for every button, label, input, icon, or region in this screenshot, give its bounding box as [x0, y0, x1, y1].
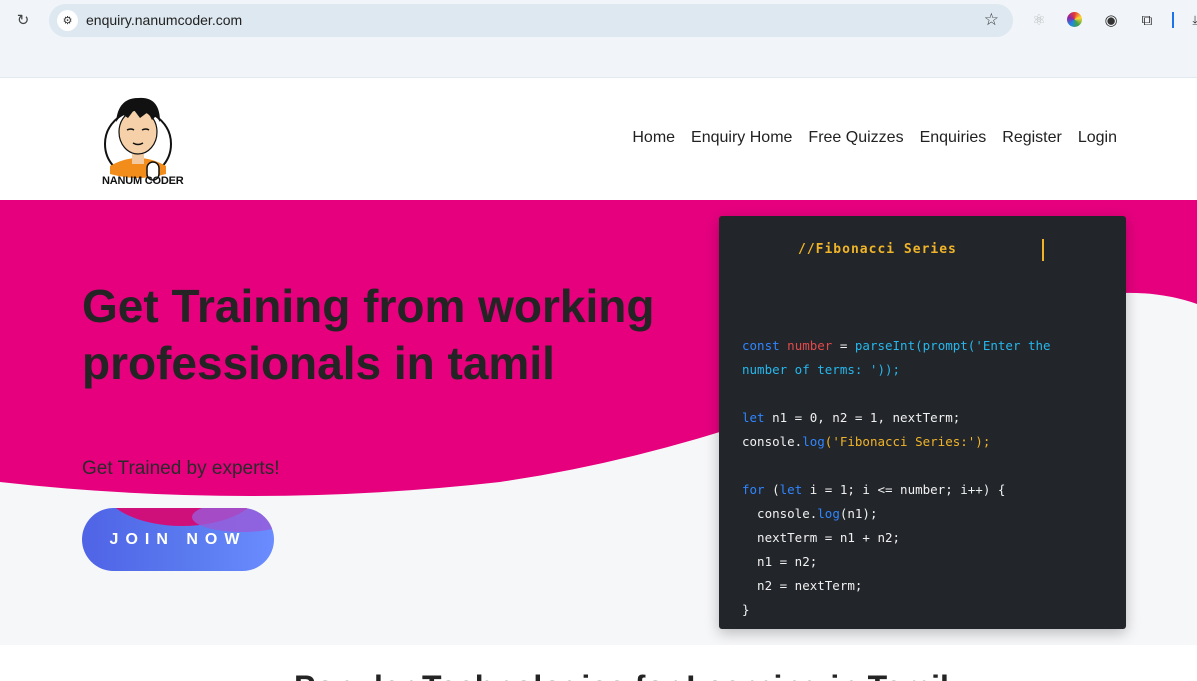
main-nav: Home Enquiry Home Free Quizzes Enquiries… [632, 129, 1117, 147]
join-now-label: JOIN NOW [109, 531, 247, 548]
hero-section: Get Training from working professionals … [0, 200, 1197, 645]
join-now-button[interactable]: JOIN NOW [82, 508, 274, 571]
nav-enquiry-home[interactable]: Enquiry Home [691, 129, 792, 147]
logo-text: NANUM CODER [102, 175, 184, 187]
extensions-puzzle-icon[interactable]: ⧉ [1137, 10, 1157, 30]
bookmark-star-icon[interactable]: ☆ [984, 10, 999, 30]
code-line: let n1 = 0, n2 = 1, nextTerm; [742, 410, 961, 425]
code-line: const number = parseInt(prompt('Enter th… [742, 338, 1051, 353]
react-devtools-extension-icon[interactable]: ⚛ [1029, 10, 1049, 30]
code-line: n2 = nextTerm; [742, 578, 863, 593]
color-picker-extension-icon[interactable] [1065, 10, 1085, 30]
section-title: Popular Technologies for Learning in Tam… [294, 669, 949, 681]
typing-cursor [1042, 239, 1044, 261]
code-line: nextTerm = n1 + n2; [742, 530, 901, 545]
code-line: number of terms: ')); [742, 362, 901, 377]
code-line: console.log(n1); [742, 506, 878, 521]
site-header: NANUM CODER Home Enquiry Home Free Quizz… [0, 79, 1197, 200]
nav-home[interactable]: Home [632, 129, 675, 147]
code-snippet-card: //Fibonacci Series const number = parseI… [719, 216, 1126, 629]
url-text[interactable]: enquiry.nanumcoder.com [86, 12, 242, 28]
code-title: //Fibonacci Series [798, 242, 957, 257]
code-line: for (let i = 1; i <= number; i++) { [742, 482, 1006, 497]
toolbar-divider [1172, 12, 1174, 28]
browser-toolbar: ↻ ⚙ enquiry.nanumcoder.com ☆ ⚛ ◉ ⧉ ⤓ [0, 0, 1197, 78]
nav-enquiries[interactable]: Enquiries [920, 129, 987, 147]
nav-register[interactable]: Register [1002, 129, 1062, 147]
hero-headline: Get Training from working professionals … [82, 280, 655, 389]
record-extension-icon[interactable]: ◉ [1101, 10, 1121, 30]
code-line: n1 = n2; [742, 554, 818, 569]
site-settings-icon[interactable]: ⚙ [57, 10, 78, 31]
code-line: } [742, 602, 750, 617]
code-line: console.log('Fibonacci Series:'); [742, 434, 991, 449]
reload-icon[interactable]: ↻ [12, 9, 34, 31]
technologies-section: Popular Technologies for Learning in Tam… [0, 645, 1197, 681]
nav-free-quizzes[interactable]: Free Quizzes [808, 129, 903, 147]
hero-subheading: Get Trained by experts! [82, 458, 280, 479]
download-icon[interactable]: ⤓ [1185, 10, 1197, 30]
nav-login[interactable]: Login [1078, 129, 1117, 147]
address-bar[interactable]: ⚙ enquiry.nanumcoder.com ☆ [49, 4, 1013, 37]
code-block: const number = parseInt(prompt('Enter th… [742, 310, 1051, 622]
